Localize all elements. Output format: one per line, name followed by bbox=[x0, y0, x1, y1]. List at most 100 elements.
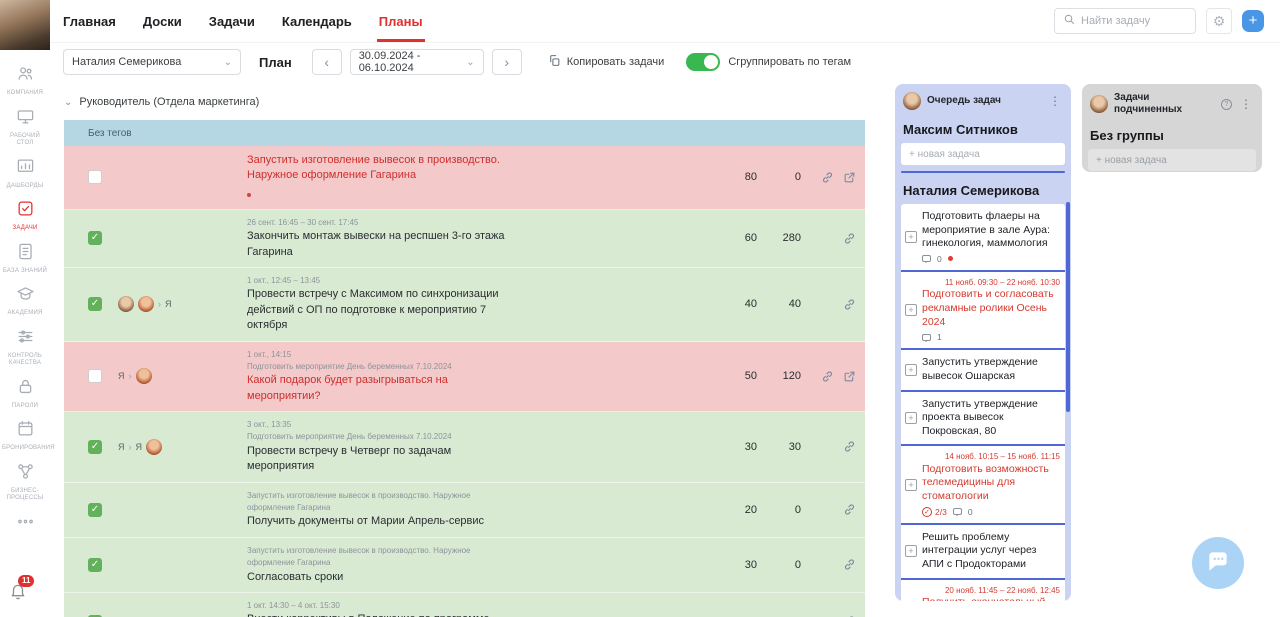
add-to-plan-icon[interactable] bbox=[905, 304, 917, 317]
task-checkbox[interactable] bbox=[88, 297, 102, 312]
assignee-avatar bbox=[135, 368, 152, 385]
info-icon[interactable] bbox=[1221, 98, 1232, 110]
add-to-plan-icon[interactable] bbox=[905, 478, 917, 491]
sidebar-item-dashboards[interactable]: ДАШБОРДЫ bbox=[0, 157, 50, 191]
nav-calendar[interactable]: Календарь bbox=[282, 0, 352, 42]
nav-plans[interactable]: Планы bbox=[376, 0, 425, 42]
link-icon[interactable] bbox=[843, 503, 856, 516]
user-avatar[interactable] bbox=[0, 0, 50, 50]
fact-hours: 280 bbox=[782, 232, 801, 245]
next-period-button[interactable] bbox=[491, 49, 522, 75]
panel-menu-icon[interactable] bbox=[1047, 94, 1063, 108]
queue-task-card[interactable]: Подготовить флаеры на мероприятие в зале… bbox=[901, 204, 1065, 272]
queue-section-name: Наталия Семерикова bbox=[903, 183, 1040, 198]
checklist-progress: 2/3 bbox=[922, 506, 947, 517]
top-header: Главная Доски Задачи Календарь Планы bbox=[50, 0, 1280, 43]
sidebar-item-desktop[interactable]: РАБОЧИЙ СТОЛ bbox=[0, 107, 50, 148]
add-to-plan-icon[interactable] bbox=[905, 411, 917, 424]
task-title[interactable]: Провести встречу в Четверг по задачам ме… bbox=[247, 444, 509, 475]
notifications-bell[interactable]: 11 bbox=[9, 575, 35, 605]
add-to-plan-icon[interactable] bbox=[905, 363, 917, 376]
panel-menu-icon[interactable] bbox=[1238, 97, 1254, 111]
sidebar-item-label: ПАРОЛИ bbox=[11, 402, 39, 409]
table-row[interactable]: 1 окт. 14:30 – 4 окт. 15:30 Внести корре… bbox=[64, 592, 865, 617]
table-row[interactable]: Я Я 3 окт., 13:35 Подготовить мероприяти… bbox=[64, 412, 865, 483]
table-row[interactable]: Запустить изготовление вывесок в произво… bbox=[64, 146, 865, 210]
link-icon[interactable] bbox=[843, 298, 856, 311]
chat-bubble-icon bbox=[1205, 548, 1231, 579]
table-row[interactable]: Я 1 окт., 12:45 – 13:45 Провести встречу… bbox=[64, 267, 865, 342]
table-row[interactable]: Я 1 окт., 14:15 Подготовить мероприятие … bbox=[64, 341, 865, 413]
sidebar-item-business-processes[interactable]: БИЗНЕС-ПРОЦЕССЫ bbox=[0, 462, 50, 503]
link-icon[interactable] bbox=[821, 370, 834, 383]
sidebar-item-bookings[interactable]: БРОНИРОВАНИЯ bbox=[0, 419, 55, 453]
nav-home[interactable]: Главная bbox=[63, 0, 116, 42]
sidebar-item-passwords[interactable]: ПАРОЛИ bbox=[0, 377, 50, 411]
chat-button[interactable] bbox=[1192, 537, 1244, 589]
queue-task-card[interactable]: Решить проблему интеграции услуг через А… bbox=[901, 525, 1065, 580]
sidebar-item-label: КОМПАНИЯ bbox=[7, 90, 43, 96]
plan-hours: 60 bbox=[744, 232, 757, 245]
checklist-icon bbox=[922, 506, 932, 517]
move-forward-icon[interactable] bbox=[843, 370, 856, 383]
sidebar-item-label: БРОНИРОВАНИЯ bbox=[2, 445, 55, 451]
sidebar-item-quality-control[interactable]: КОНТРОЛЬ КАЧЕСТВА bbox=[0, 327, 50, 368]
table-row[interactable]: Запустить изготовление вывесок в произво… bbox=[64, 482, 865, 538]
task-title[interactable]: Запустить изготовление вывесок в произво… bbox=[247, 153, 509, 168]
new-task-input[interactable] bbox=[901, 143, 1065, 165]
sidebar-item-knowledge-base[interactable]: БАЗА ЗНАНИЙ bbox=[0, 242, 50, 276]
task-checkbox[interactable] bbox=[88, 502, 102, 517]
settings-gear-icon[interactable] bbox=[1206, 8, 1232, 34]
prev-period-button[interactable] bbox=[311, 49, 342, 75]
task-title[interactable]: Внести коррективы в Положение по програм… bbox=[247, 612, 509, 617]
task-checkbox[interactable] bbox=[88, 231, 102, 246]
sidebar-item-company[interactable]: КОМПАНИЯ bbox=[0, 64, 50, 98]
task-title[interactable]: Провести встречу с Максимом по синхрониз… bbox=[247, 287, 509, 333]
sidebar-item-tasks[interactable]: ЗАДАЧИ bbox=[0, 199, 50, 233]
task-checkbox[interactable] bbox=[88, 170, 102, 185]
sidebar-item-more[interactable] bbox=[0, 512, 50, 536]
nav-boards[interactable]: Доски bbox=[143, 0, 182, 42]
queue-task-card[interactable]: 14 нояб. 10:15 – 15 нояб. 11:15 Подготов… bbox=[901, 446, 1065, 525]
flowchart-icon bbox=[16, 462, 35, 486]
link-icon[interactable] bbox=[821, 171, 834, 184]
queue-task-card[interactable]: Запустить утверждение вывесок Ошарская bbox=[901, 350, 1065, 392]
fact-hours: 0 bbox=[794, 503, 801, 516]
queue-scrollbar[interactable] bbox=[1066, 202, 1070, 412]
nav-tasks[interactable]: Задачи bbox=[209, 0, 255, 42]
add-to-plan-icon[interactable] bbox=[905, 230, 917, 243]
task-title-line2[interactable]: Наружное оформление Гагарина bbox=[247, 168, 509, 183]
date-range-select[interactable]: 30.09.2024 - 06.10.2024 bbox=[349, 49, 484, 75]
table-row[interactable]: 26 сент. 16:45 – 30 сент. 17:45 Закончит… bbox=[64, 209, 865, 268]
copy-tasks-button[interactable]: Копировать задачи bbox=[548, 54, 664, 70]
task-title[interactable]: Согласовать сроки bbox=[247, 570, 509, 585]
link-icon[interactable] bbox=[843, 558, 856, 571]
queue-task-card[interactable]: 20 нояб. 11:45 – 22 нояб. 12:45 Получить… bbox=[901, 580, 1065, 601]
add-to-plan-icon[interactable] bbox=[905, 545, 917, 558]
queue-task-title: Решить проблему интеграции услуг через А… bbox=[922, 530, 1037, 571]
task-title[interactable]: Какой подарок будет разыгрываться на мер… bbox=[247, 373, 509, 404]
sidebar-item-academy[interactable]: АКАДЕМИЯ bbox=[0, 284, 50, 318]
task-title[interactable]: Закончить монтаж вывески на респшен 3-го… bbox=[247, 229, 509, 260]
sidebar-item-label: БИЗНЕС-ПРОЦЕССЫ bbox=[6, 487, 44, 502]
group-by-tags-toggle[interactable] bbox=[686, 53, 721, 71]
table-row[interactable]: Запустить изготовление вывесок в произво… bbox=[64, 537, 865, 593]
delegation-chevron-icon bbox=[158, 299, 161, 309]
new-task-input[interactable] bbox=[1088, 149, 1256, 171]
link-icon[interactable] bbox=[843, 440, 856, 453]
user-filter-select[interactable]: Наталия Семерикова bbox=[63, 49, 241, 75]
add-button[interactable] bbox=[1242, 10, 1264, 32]
move-forward-icon[interactable] bbox=[843, 171, 856, 184]
queue-task-card[interactable]: 11 нояб. 09:30 – 22 нояб. 10:30 Подготов… bbox=[901, 272, 1065, 351]
link-icon[interactable] bbox=[843, 232, 856, 245]
task-checkbox[interactable] bbox=[88, 369, 102, 384]
task-checkbox[interactable] bbox=[88, 439, 102, 454]
assignee-me-chip: Я bbox=[118, 371, 125, 382]
search-input[interactable] bbox=[1081, 15, 1187, 27]
copy-icon bbox=[548, 54, 561, 70]
task-title[interactable]: Получить документы от Марии Апрель-серви… bbox=[247, 514, 509, 529]
queue-task-card[interactable]: Запустить утверждение проекта вывесок По… bbox=[901, 392, 1065, 447]
collapse-chevron-icon[interactable] bbox=[64, 97, 72, 108]
task-checkbox[interactable] bbox=[88, 557, 102, 572]
assignee-me-chip: Я bbox=[135, 441, 143, 452]
